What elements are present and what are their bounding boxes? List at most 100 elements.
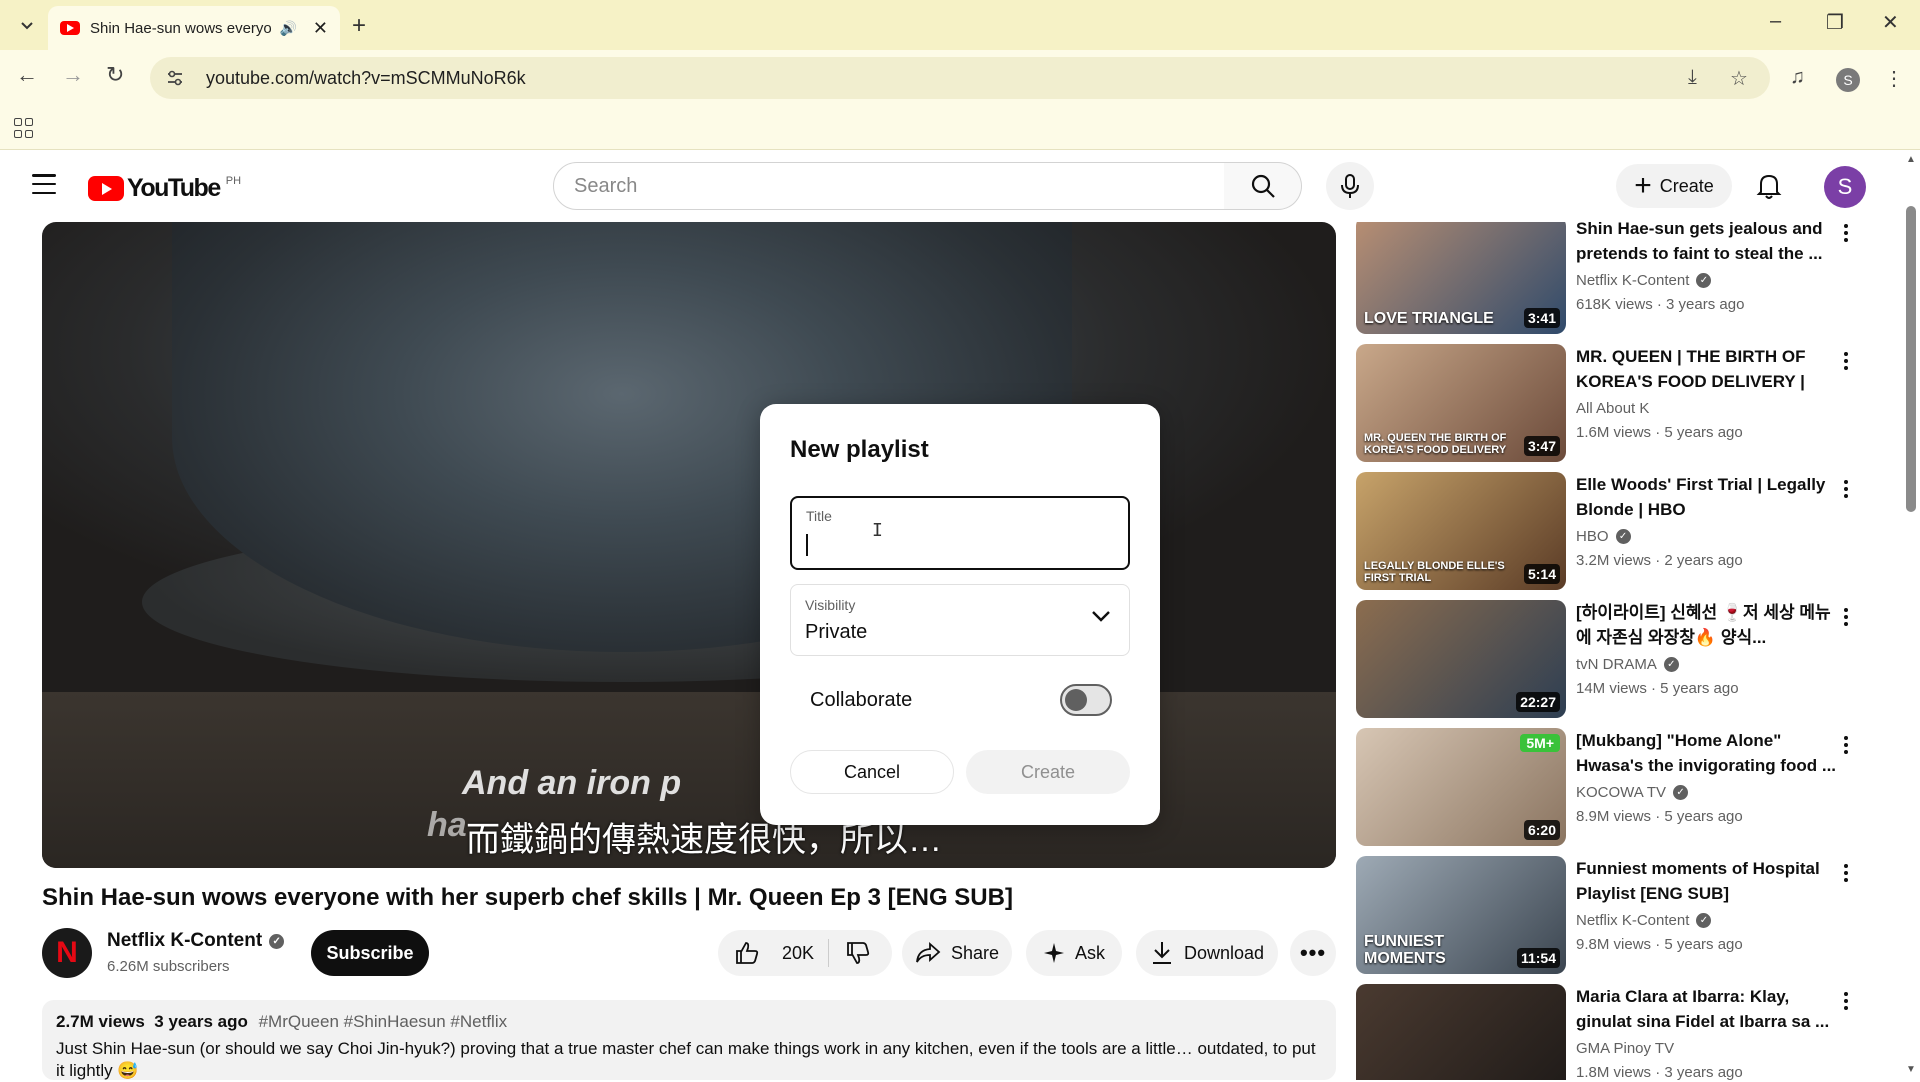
more-options-icon[interactable] bbox=[1844, 480, 1850, 498]
text-cursor-ibeam-icon: I bbox=[872, 520, 883, 541]
install-app-icon[interactable]: ⤓ bbox=[1688, 66, 1697, 89]
upload-age: 3 years ago bbox=[154, 1012, 248, 1031]
more-options-icon[interactable] bbox=[1844, 736, 1850, 754]
apps-grid-icon[interactable] bbox=[14, 118, 34, 138]
channel-avatar[interactable]: N bbox=[42, 928, 92, 978]
recommendation-thumbnail[interactable] bbox=[1356, 984, 1566, 1080]
speaker-icon[interactable]: 🔊 bbox=[279, 20, 296, 37]
visibility-select[interactable]: Visibility Private bbox=[790, 584, 1130, 656]
hamburger-menu-icon[interactable] bbox=[32, 174, 56, 194]
browser-menu-icon[interactable]: ⋮ bbox=[1884, 66, 1904, 91]
scroll-down-arrow-icon[interactable]: ▼ bbox=[1906, 1064, 1916, 1075]
share-icon bbox=[916, 941, 941, 963]
cancel-button[interactable]: Cancel bbox=[790, 750, 954, 794]
create-playlist-button[interactable]: Create bbox=[966, 750, 1130, 794]
scroll-up-arrow-icon[interactable]: ▲ bbox=[1906, 154, 1916, 165]
back-icon[interactable]: ← bbox=[16, 62, 38, 88]
voice-search-button[interactable] bbox=[1326, 162, 1374, 210]
more-options-icon[interactable] bbox=[1844, 608, 1850, 626]
more-actions-button[interactable]: ••• bbox=[1290, 930, 1336, 976]
recommendation-channel[interactable]: HBO ✓ bbox=[1576, 528, 1631, 545]
description-box[interactable]: 2.7M views 3 years ago #MrQueen #ShinHae… bbox=[42, 1000, 1336, 1080]
recommendation-item[interactable]: 22:27 [하이라이트] 신혜선 🍷저 세상 메뉴에 자존심 와장창🔥 양식..… bbox=[1356, 600, 1866, 718]
channel-name[interactable]: Netflix K-Content ✓ bbox=[107, 930, 285, 952]
recommendation-title[interactable]: [하이라이트] 신혜선 🍷저 세상 메뉴에 자존심 와장창🔥 양식... bbox=[1576, 600, 1836, 650]
recommendation-channel[interactable]: All About K bbox=[1576, 400, 1649, 417]
search-input[interactable]: Search bbox=[553, 162, 1225, 210]
recommendation-channel[interactable]: tvN DRAMA ✓ bbox=[1576, 656, 1679, 673]
youtube-logo[interactable]: YouTube PH bbox=[88, 174, 241, 203]
like-button[interactable]: 20K bbox=[718, 939, 830, 967]
recommendation-thumbnail[interactable]: LEGALLY BLONDE ELLE'S FIRST TRIAL 5:14 bbox=[1356, 472, 1566, 590]
recommendation-item[interactable]: LEGALLY BLONDE ELLE'S FIRST TRIAL 5:14 Ell… bbox=[1356, 472, 1866, 590]
subscribe-button[interactable]: Subscribe bbox=[311, 930, 429, 976]
playlist-title-field[interactable]: Title I bbox=[790, 496, 1130, 570]
recommendation-title[interactable]: Elle Woods' First Trial | Legally Blonde… bbox=[1576, 472, 1836, 522]
minimize-icon[interactable]: – bbox=[1770, 10, 1781, 33]
recommendation-item[interactable]: Maria Clara at Ibarra: Klay, ginulat sin… bbox=[1356, 984, 1866, 1080]
hashtags[interactable]: #MrQueen #ShinHaesun #Netflix bbox=[259, 1012, 508, 1031]
recommendation-thumbnail[interactable]: 22:27 bbox=[1356, 600, 1566, 718]
recommendation-thumbnail[interactable]: MR. QUEEN THE BIRTH OF KOREA'S FOOD DELI… bbox=[1356, 344, 1566, 462]
recommendation-channel-name[interactable]: GMA Pinoy TV bbox=[1576, 1040, 1674, 1057]
recommendation-thumbnail[interactable]: 5M+ 6:20 bbox=[1356, 728, 1566, 846]
recommendation-item[interactable]: LOVE TRIANGLE 3:41 Shin Hae-sun gets jealo… bbox=[1356, 222, 1866, 334]
site-info-icon[interactable] bbox=[164, 67, 186, 89]
omnibox[interactable]: youtube.com/watch?v=mSCMMuNoR6k bbox=[150, 57, 1770, 99]
more-options-icon[interactable] bbox=[1844, 224, 1850, 242]
search-button[interactable] bbox=[1224, 162, 1302, 210]
new-tab-icon[interactable]: + bbox=[352, 12, 366, 40]
more-options-icon[interactable] bbox=[1844, 992, 1850, 1010]
reload-icon[interactable]: ↻ bbox=[106, 62, 124, 88]
recommendation-thumbnail[interactable]: FUNNIEST MOMENTS 11:54 bbox=[1356, 856, 1566, 974]
recommendation-meta: 1.6M views · 5 years ago bbox=[1576, 424, 1743, 441]
recommendation-channel[interactable]: Netflix K-Content ✓ bbox=[1576, 912, 1712, 929]
recommendation-channel[interactable]: Netflix K-Content ✓ bbox=[1576, 272, 1712, 289]
dislike-button[interactable] bbox=[829, 940, 897, 966]
ask-button[interactable]: Ask bbox=[1026, 930, 1122, 976]
recommendation-meta: 618K views · 3 years ago bbox=[1576, 296, 1745, 313]
share-button[interactable]: Share bbox=[902, 930, 1012, 976]
close-tab-icon[interactable]: ✕ bbox=[313, 18, 328, 39]
forward-icon[interactable]: → bbox=[62, 62, 84, 88]
collaborate-toggle[interactable] bbox=[1060, 684, 1112, 716]
recommendation-channel-name[interactable]: KOCOWA TV bbox=[1576, 784, 1666, 801]
download-button[interactable]: Download bbox=[1136, 930, 1278, 976]
tab-search-chevron-icon[interactable] bbox=[14, 12, 40, 38]
recommendation-channel[interactable]: GMA Pinoy TV bbox=[1576, 1040, 1674, 1057]
notifications-bell-icon[interactable] bbox=[1756, 172, 1782, 205]
recommendation-item[interactable]: FUNNIEST MOMENTS 11:54 Funniest moments of… bbox=[1356, 856, 1866, 974]
recommendation-thumbnail[interactable]: LOVE TRIANGLE 3:41 bbox=[1356, 222, 1566, 334]
recommendation-item[interactable]: 5M+ 6:20 [Mukbang] "Home Alone" Hwasa's th… bbox=[1356, 728, 1866, 846]
browser-tab-active[interactable]: Shin Hae-sun wows everyone 🔊 ✕ bbox=[48, 6, 340, 50]
recommendation-title[interactable]: Shin Hae-sun gets jealous and pretends t… bbox=[1576, 222, 1836, 266]
recommendation-meta: 1.8M views · 3 years ago bbox=[1576, 1064, 1743, 1080]
browser-profile-avatar[interactable]: S bbox=[1836, 68, 1860, 92]
url-text[interactable]: youtube.com/watch?v=mSCMMuNoR6k bbox=[206, 68, 526, 89]
user-avatar[interactable]: S bbox=[1824, 166, 1866, 208]
media-control-icon[interactable]: ♫ bbox=[1790, 66, 1805, 89]
recommendation-channel-name[interactable]: tvN DRAMA bbox=[1576, 656, 1657, 673]
window-close-icon[interactable]: ✕ bbox=[1882, 10, 1899, 35]
bookmark-star-icon[interactable]: ☆ bbox=[1730, 66, 1748, 91]
create-button[interactable]: + Create bbox=[1616, 164, 1732, 208]
restore-icon[interactable]: ❐ bbox=[1826, 10, 1844, 35]
page-scrollbar[interactable]: ▲ ▼ bbox=[1902, 150, 1920, 1080]
thumbnail-caption: LOVE TRIANGLE bbox=[1364, 310, 1494, 328]
recommendation-channel[interactable]: KOCOWA TV ✓ bbox=[1576, 784, 1689, 801]
recommendation-item[interactable]: MR. QUEEN THE BIRTH OF KOREA'S FOOD DELI… bbox=[1356, 344, 1866, 462]
more-options-icon[interactable] bbox=[1844, 352, 1850, 370]
recommendation-channel-name[interactable]: All About K bbox=[1576, 400, 1649, 417]
scrollbar-thumb[interactable] bbox=[1906, 206, 1916, 512]
recommendation-title[interactable]: Maria Clara at Ibarra: Klay, ginulat sin… bbox=[1576, 984, 1836, 1034]
recommendation-title[interactable]: MR. QUEEN | THE BIRTH OF KOREA'S FOOD DE… bbox=[1576, 344, 1836, 394]
verified-check-icon: ✓ bbox=[1615, 529, 1631, 544]
recommendation-title[interactable]: [Mukbang] "Home Alone" Hwasa's the invig… bbox=[1576, 728, 1836, 778]
recommendation-channel-name[interactable]: HBO bbox=[1576, 528, 1609, 545]
channel-name-text[interactable]: Netflix K-Content bbox=[107, 930, 262, 952]
recommendation-channel-name[interactable]: Netflix K-Content bbox=[1576, 912, 1689, 929]
playlist-title-input[interactable] bbox=[806, 532, 1106, 558]
recommendation-title[interactable]: Funniest moments of Hospital Playlist [E… bbox=[1576, 856, 1836, 906]
more-options-icon[interactable] bbox=[1844, 864, 1850, 882]
recommendation-channel-name[interactable]: Netflix K-Content bbox=[1576, 272, 1689, 289]
